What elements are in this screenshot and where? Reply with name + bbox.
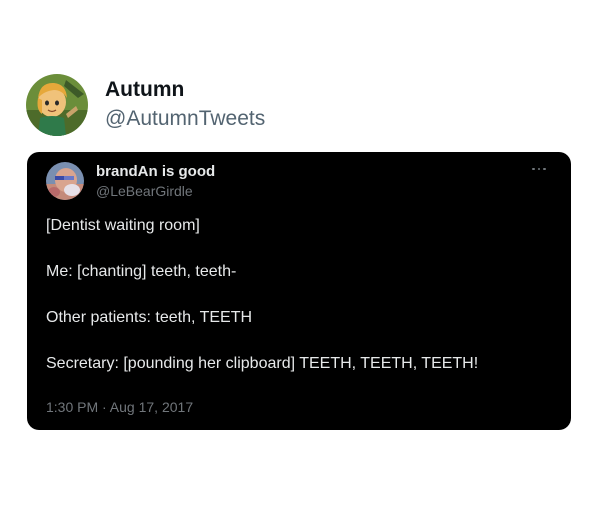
tweet-screenshot: Autumn @AutumnTweets brandAn is good @Le… bbox=[0, 0, 599, 505]
tweet-line: Me: [chanting] teeth, teeth- bbox=[46, 263, 237, 280]
tweet-timestamp[interactable]: 1:30 PM · Aug 17, 2017 bbox=[46, 398, 193, 416]
tweet-line: Secretary: [pounding her clipboard] TEET… bbox=[46, 355, 479, 372]
tweet-line: [Dentist waiting room] bbox=[46, 217, 200, 234]
tweet-text: [Dentist waiting room] Me: [chanting] te… bbox=[46, 216, 556, 374]
more-dot bbox=[532, 167, 535, 171]
avatar[interactable] bbox=[26, 74, 88, 136]
outer-author-name[interactable]: Autumn bbox=[105, 77, 265, 103]
outer-author-names: Autumn @AutumnTweets bbox=[105, 77, 265, 133]
more-dot bbox=[537, 167, 541, 171]
quoted-author-names: brandAn is good @LeBearGirdle bbox=[96, 163, 215, 200]
avatar[interactable] bbox=[46, 162, 84, 200]
more-dot bbox=[543, 167, 546, 171]
quoted-author-handle[interactable]: @LeBearGirdle bbox=[96, 182, 215, 200]
quoted-author-name[interactable]: brandAn is good bbox=[96, 163, 215, 181]
outer-author-handle[interactable]: @AutumnTweets bbox=[105, 105, 265, 133]
outer-tweet-header: Autumn @AutumnTweets bbox=[26, 74, 265, 136]
cartoon-character-avatar-icon bbox=[26, 74, 88, 136]
tweet-line: Other patients: teeth, TEETH bbox=[46, 309, 253, 326]
quoted-tweet-card[interactable]: brandAn is good @LeBearGirdle [Dentist w… bbox=[27, 152, 571, 430]
more-options-icon[interactable] bbox=[529, 164, 549, 174]
blurry-photo-avatar-icon bbox=[46, 162, 84, 200]
quoted-tweet-header: brandAn is good @LeBearGirdle bbox=[46, 162, 215, 200]
